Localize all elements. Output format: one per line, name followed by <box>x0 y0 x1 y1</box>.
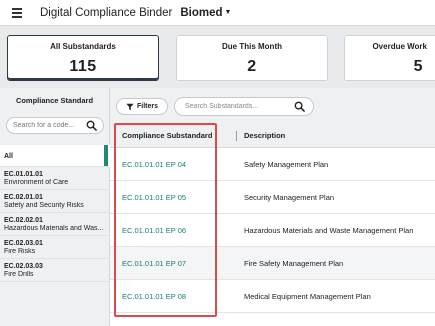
funnel-icon <box>126 103 134 110</box>
sidebar-item-standard[interactable]: EC.02.03.01 Fire Risks <box>0 236 110 259</box>
standard-description: Safety and Security Risks <box>4 202 84 209</box>
department-label: Biomed <box>180 6 223 19</box>
filters-button[interactable]: Filters <box>116 98 168 115</box>
sidebar-item-all[interactable]: All <box>0 145 110 167</box>
filters-label: Filters <box>136 103 158 110</box>
sidebar-title: Compliance Standard <box>15 96 94 105</box>
standard-description: Fire Drills <box>4 271 34 278</box>
standard-code: EC.02.03.01 <box>4 240 43 247</box>
sidebar-item-standard[interactable]: EC.02.03.03 Fire Drills <box>0 259 110 282</box>
column-header-description[interactable]: Description <box>244 131 285 140</box>
table-row[interactable]: EC.01.01.01 EP 08 Medical Equipment Mana… <box>110 280 435 313</box>
substandard-search-input[interactable] <box>185 103 290 110</box>
row-description: Fire Safety Management Plan <box>244 258 344 268</box>
code-search-input[interactable] <box>13 122 83 129</box>
standard-list: All EC.01.01.01 Environment of Care EC.0… <box>0 145 110 282</box>
summary-cards: All Substandards 115 Due This Month 2 Ov… <box>0 26 435 88</box>
hamburger-icon[interactable] <box>12 7 22 18</box>
substandard-search-box <box>174 97 314 116</box>
substandard-link[interactable]: EC.01.01.01 EP 05 <box>122 193 186 202</box>
table-row[interactable]: EC.01.01.01 EP 07 Fire Safety Management… <box>110 247 435 280</box>
code-search-box <box>6 117 104 134</box>
standard-description: Hazardous Materials and Was... <box>4 225 104 232</box>
search-icon[interactable] <box>86 120 97 131</box>
card-overdue-work[interactable]: Overdue Work 5 <box>344 35 435 81</box>
substandard-link[interactable]: EC.01.01.01 EP 06 <box>122 226 186 235</box>
row-description: Hazardous Materials and Waste Management… <box>244 225 414 235</box>
card-value: 115 <box>69 58 97 75</box>
substandard-link[interactable]: EC.01.01.01 EP 07 <box>122 259 186 268</box>
standard-code: EC.01.01.01 <box>4 171 43 178</box>
department-selector[interactable]: Biomed ▼ <box>180 7 231 19</box>
card-all-substandards[interactable]: All Substandards 115 <box>7 35 159 81</box>
standard-code: EC.02.01.01 <box>4 194 43 201</box>
table-row[interactable]: EC.01.01.01 EP 05 Security Management Pl… <box>110 181 435 214</box>
substandards-panel: Filters Compliance Substandard Descripti… <box>110 88 435 326</box>
substandard-link[interactable]: EC.01.01.01 EP 04 <box>122 160 186 169</box>
card-label: Due This Month <box>222 42 282 51</box>
search-icon[interactable] <box>294 101 305 112</box>
sidebar-item-standard[interactable]: EC.02.01.01 Safety and Security Risks <box>0 190 110 213</box>
table-row[interactable]: EC.01.01.01 EP 06 Hazardous Materials an… <box>110 214 435 247</box>
row-description: Medical Equipment Management Plan <box>244 291 371 301</box>
card-value: 2 <box>247 58 257 75</box>
selected-indicator <box>104 145 108 166</box>
row-description: Safety Management Plan <box>244 159 329 169</box>
toolbar: Filters <box>110 88 435 124</box>
sidebar-item-label: All <box>4 152 13 160</box>
app-title: Digital Compliance Binder <box>40 6 173 19</box>
card-due-this-month[interactable]: Due This Month 2 <box>176 35 328 81</box>
compliance-standard-sidebar: Compliance Standard All EC.01.01.01 Envi… <box>0 88 110 326</box>
top-bar: Digital Compliance Binder Biomed ▼ <box>0 0 435 26</box>
sidebar-item-standard[interactable]: EC.01.01.01 Environment of Care <box>0 167 110 190</box>
table-row[interactable]: EC.01.01.01 EP 04 Safety Management Plan <box>110 148 435 181</box>
card-label: All Substandards <box>50 42 116 51</box>
standard-description: Fire Risks <box>4 248 36 255</box>
column-divider <box>236 131 237 141</box>
caret-down-icon: ▼ <box>224 9 232 16</box>
row-description: Security Management Plan <box>244 192 335 202</box>
standard-code: EC.02.03.03 <box>4 263 43 270</box>
card-label: Overdue Work <box>372 42 427 51</box>
table-header: Compliance Substandard Description <box>110 124 435 148</box>
standard-description: Environment of Care <box>4 179 69 186</box>
standard-code: EC.02.02.01 <box>4 217 43 224</box>
column-header-substandard[interactable]: Compliance Substandard <box>122 131 212 140</box>
card-value: 5 <box>413 58 423 75</box>
substandard-link[interactable]: EC.01.01.01 EP 08 <box>122 292 186 301</box>
table-body: EC.01.01.01 EP 04 Safety Management Plan… <box>110 148 435 313</box>
sidebar-item-standard[interactable]: EC.02.02.01 Hazardous Materials and Was.… <box>0 213 110 236</box>
